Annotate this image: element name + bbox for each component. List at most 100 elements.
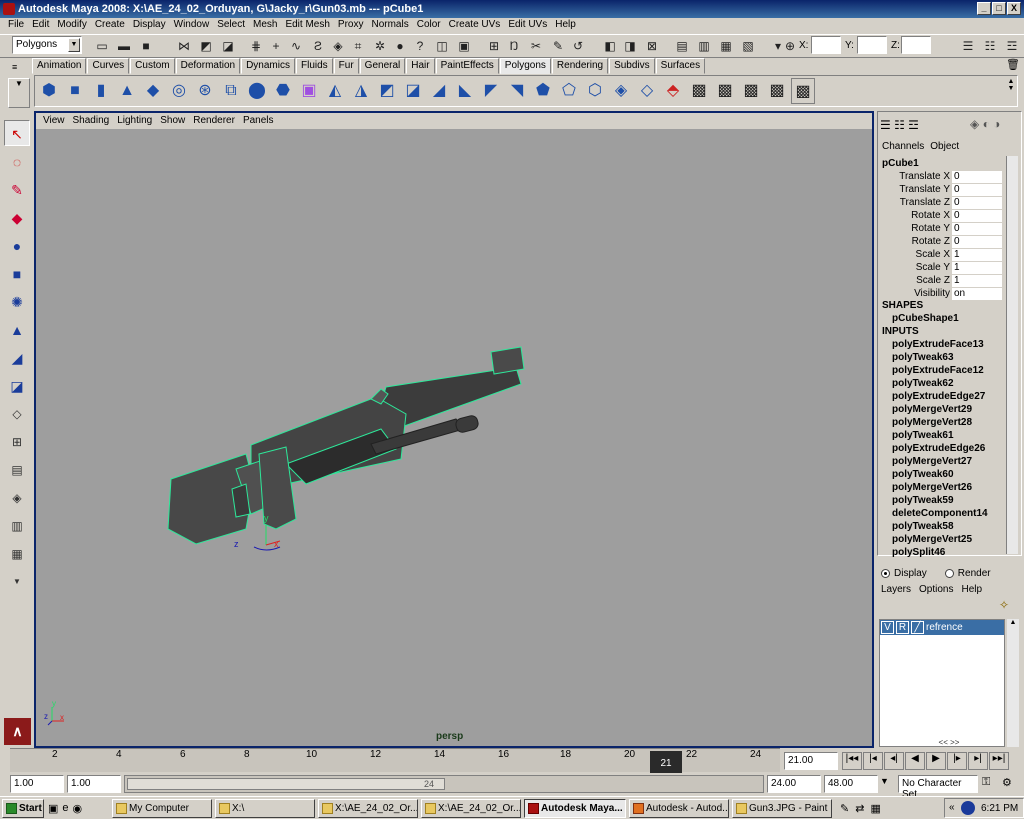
vp-menu-panels[interactable]: Panels (239, 113, 278, 129)
menu-select[interactable]: Select (213, 18, 249, 33)
menu-edit-uvs[interactable]: Edit UVs (504, 18, 551, 33)
poly-soccer-icon[interactable]: ⊛ (193, 78, 217, 104)
delete-edge-icon[interactable]: ⬡ (583, 78, 607, 104)
layer-hscroll[interactable]: << >> (879, 738, 1019, 748)
checker-toggle-icon[interactable]: ▩ (713, 78, 737, 104)
layout-persp-hyper-icon[interactable]: ▦ (4, 540, 30, 566)
split-polygon-icon[interactable]: ◣ (453, 78, 477, 104)
poly-plane-icon[interactable]: ◆ (141, 78, 165, 104)
prefs-icon[interactable]: ⚙ (1002, 776, 1012, 789)
channel-box-toggle-icon[interactable]: ☰ ☷ ☲ (880, 118, 919, 132)
extrude-face-icon[interactable]: ◩ (375, 78, 399, 104)
attr-row[interactable]: Scale Y1 (878, 262, 1002, 275)
y-field[interactable] (857, 36, 887, 54)
soft-modification-icon[interactable]: ▲ (4, 316, 30, 342)
menu-set-dropdown[interactable]: Polygons ▼ (12, 36, 82, 54)
tab-animation[interactable]: Animation (32, 58, 87, 74)
coordinate-icon[interactable]: ⊕ (782, 38, 798, 54)
select-hierarchy-icon[interactable]: ⋈ (176, 38, 192, 54)
clock[interactable]: 6:21 PM (981, 803, 1018, 814)
bevel-icon[interactable]: ◢ (427, 78, 451, 104)
antivirus-icon[interactable] (961, 801, 975, 815)
input-node[interactable]: polyExtrudeFace12 (892, 365, 984, 376)
panel-right-icon[interactable]: ◨ (622, 38, 638, 54)
step-back-key-icon[interactable]: |◂ (863, 752, 883, 770)
start-time-field[interactable]: 1.00 (10, 775, 64, 793)
render-settings-icon[interactable]: ▧ (740, 38, 756, 54)
tab-custom[interactable]: Custom (130, 58, 175, 74)
menu-modify[interactable]: Modify (53, 18, 90, 33)
vp-menu-renderer[interactable]: Renderer (189, 113, 239, 129)
render-icon[interactable]: ◫ (434, 38, 450, 54)
merge-vertices-icon[interactable]: ⬟ (531, 78, 555, 104)
menu-edit-mesh[interactable]: Edit Mesh (281, 18, 333, 33)
layout-single-icon[interactable]: ◇ (4, 400, 30, 426)
new-layer-icon[interactable]: ✧ (999, 598, 1009, 612)
checker-uv-icon[interactable]: ▩ (739, 78, 763, 104)
tab-surfaces[interactable]: Surfaces (655, 58, 706, 74)
attr-row[interactable]: Rotate Y0 (878, 223, 1002, 236)
tray-expand-icon[interactable]: « (949, 802, 955, 813)
select-tool-icon[interactable]: ↖ (4, 120, 30, 146)
select-component-icon[interactable]: ◪ (220, 38, 236, 54)
shelf-scroll[interactable]: ▲ ▼ (1004, 78, 1018, 106)
attr-row[interactable]: Scale X1 (878, 249, 1002, 262)
universal-manipulator-icon[interactable]: ✺ (4, 288, 30, 314)
task-maya[interactable]: Autodesk Maya... (524, 799, 626, 818)
render-sequence-icon[interactable]: ▦ (718, 38, 734, 54)
input-node[interactable]: polyExtrudeEdge26 (892, 443, 985, 454)
attr-row[interactable]: Scale Z1 (878, 275, 1002, 288)
render-radio[interactable] (944, 569, 954, 578)
checker-map-icon[interactable]: ▩ (687, 78, 711, 104)
input-node[interactable]: polyExtrudeFace13 (892, 339, 984, 350)
save-scene-icon[interactable]: ■ (138, 38, 154, 54)
range-slider[interactable]: 24 (124, 775, 764, 793)
close-button[interactable]: X (1007, 2, 1021, 15)
tab-subdivs[interactable]: Subdivs (609, 58, 655, 74)
edit-settings-icon[interactable]: ⊠ (644, 38, 660, 54)
media-icon[interactable]: ◉ (73, 802, 83, 815)
menu-color[interactable]: Color (413, 18, 445, 33)
time-slider[interactable]: 2 4 6 8 10 12 14 16 18 20 22 24 21 (10, 748, 780, 773)
menu-window[interactable]: Window (170, 18, 214, 33)
input-node[interactable]: polyMergeVert26 (892, 482, 972, 493)
minimize-button[interactable]: _ (977, 2, 991, 15)
input-node[interactable]: polyTweak61 (892, 430, 954, 441)
input-node[interactable]: polyTweak62 (892, 378, 954, 389)
desktop-icon[interactable]: ▣ (48, 802, 58, 815)
hypershade-icon[interactable]: ⊞ (486, 38, 502, 54)
task-my-computer[interactable]: My Computer (112, 799, 212, 818)
snap-grid-icon[interactable]: ⋕ (248, 38, 264, 54)
browser-icon[interactable]: e (62, 802, 68, 815)
smooth-proxy-icon[interactable]: ▣ (297, 78, 321, 104)
menu-normals[interactable]: Normals (367, 18, 412, 33)
magnet-icon[interactable]: Ŋ (506, 38, 522, 54)
channel-box-tools-icon[interactable]: ◈ ◐ ◑ (970, 117, 1000, 131)
tray-icon[interactable]: ▦ (870, 802, 880, 815)
menu-proxy[interactable]: Proxy (334, 18, 368, 33)
layer-name[interactable]: refrence (926, 622, 963, 633)
task-paint[interactable]: Gun3.JPG - Paint (732, 799, 832, 818)
task-browser[interactable]: Autodesk - Autod... (629, 799, 729, 818)
attr-row[interactable]: Rotate X0 (878, 210, 1002, 223)
end-time-field[interactable]: 48.00 (824, 775, 878, 793)
layout-persp-graph-icon[interactable]: ◈ (4, 484, 30, 510)
playback-end-field[interactable]: 24.00 (767, 775, 821, 793)
rotate-tool-icon[interactable]: ● (4, 232, 30, 258)
input-node[interactable]: polyMergeVert29 (892, 404, 972, 415)
playback-start-field[interactable]: 1.00 (67, 775, 121, 793)
channel-scrollbar[interactable] (1006, 156, 1018, 554)
step-forward-key-icon[interactable]: ▸| (968, 752, 988, 770)
step-back-frame-icon[interactable]: ◂| (884, 752, 904, 770)
vp-menu-lighting[interactable]: Lighting (113, 113, 156, 129)
snap-live-icon[interactable]: ◈ (330, 38, 346, 54)
layout-persp-outliner-icon[interactable]: ▤ (4, 456, 30, 482)
poly-torus-icon[interactable]: ◎ (167, 78, 191, 104)
current-time-field[interactable]: 21.00 (784, 752, 838, 770)
snap-view-icon[interactable]: Ƨ (310, 38, 326, 54)
attr-row[interactable]: Translate X0 (878, 171, 1002, 184)
shelf-menu-icon[interactable]: ≡ (12, 62, 30, 78)
input-node[interactable]: polyMergeVert25 (892, 534, 972, 545)
attr-row[interactable]: Translate Y0 (878, 184, 1002, 197)
channel-box-icon[interactable]: ☲ (1004, 38, 1020, 54)
